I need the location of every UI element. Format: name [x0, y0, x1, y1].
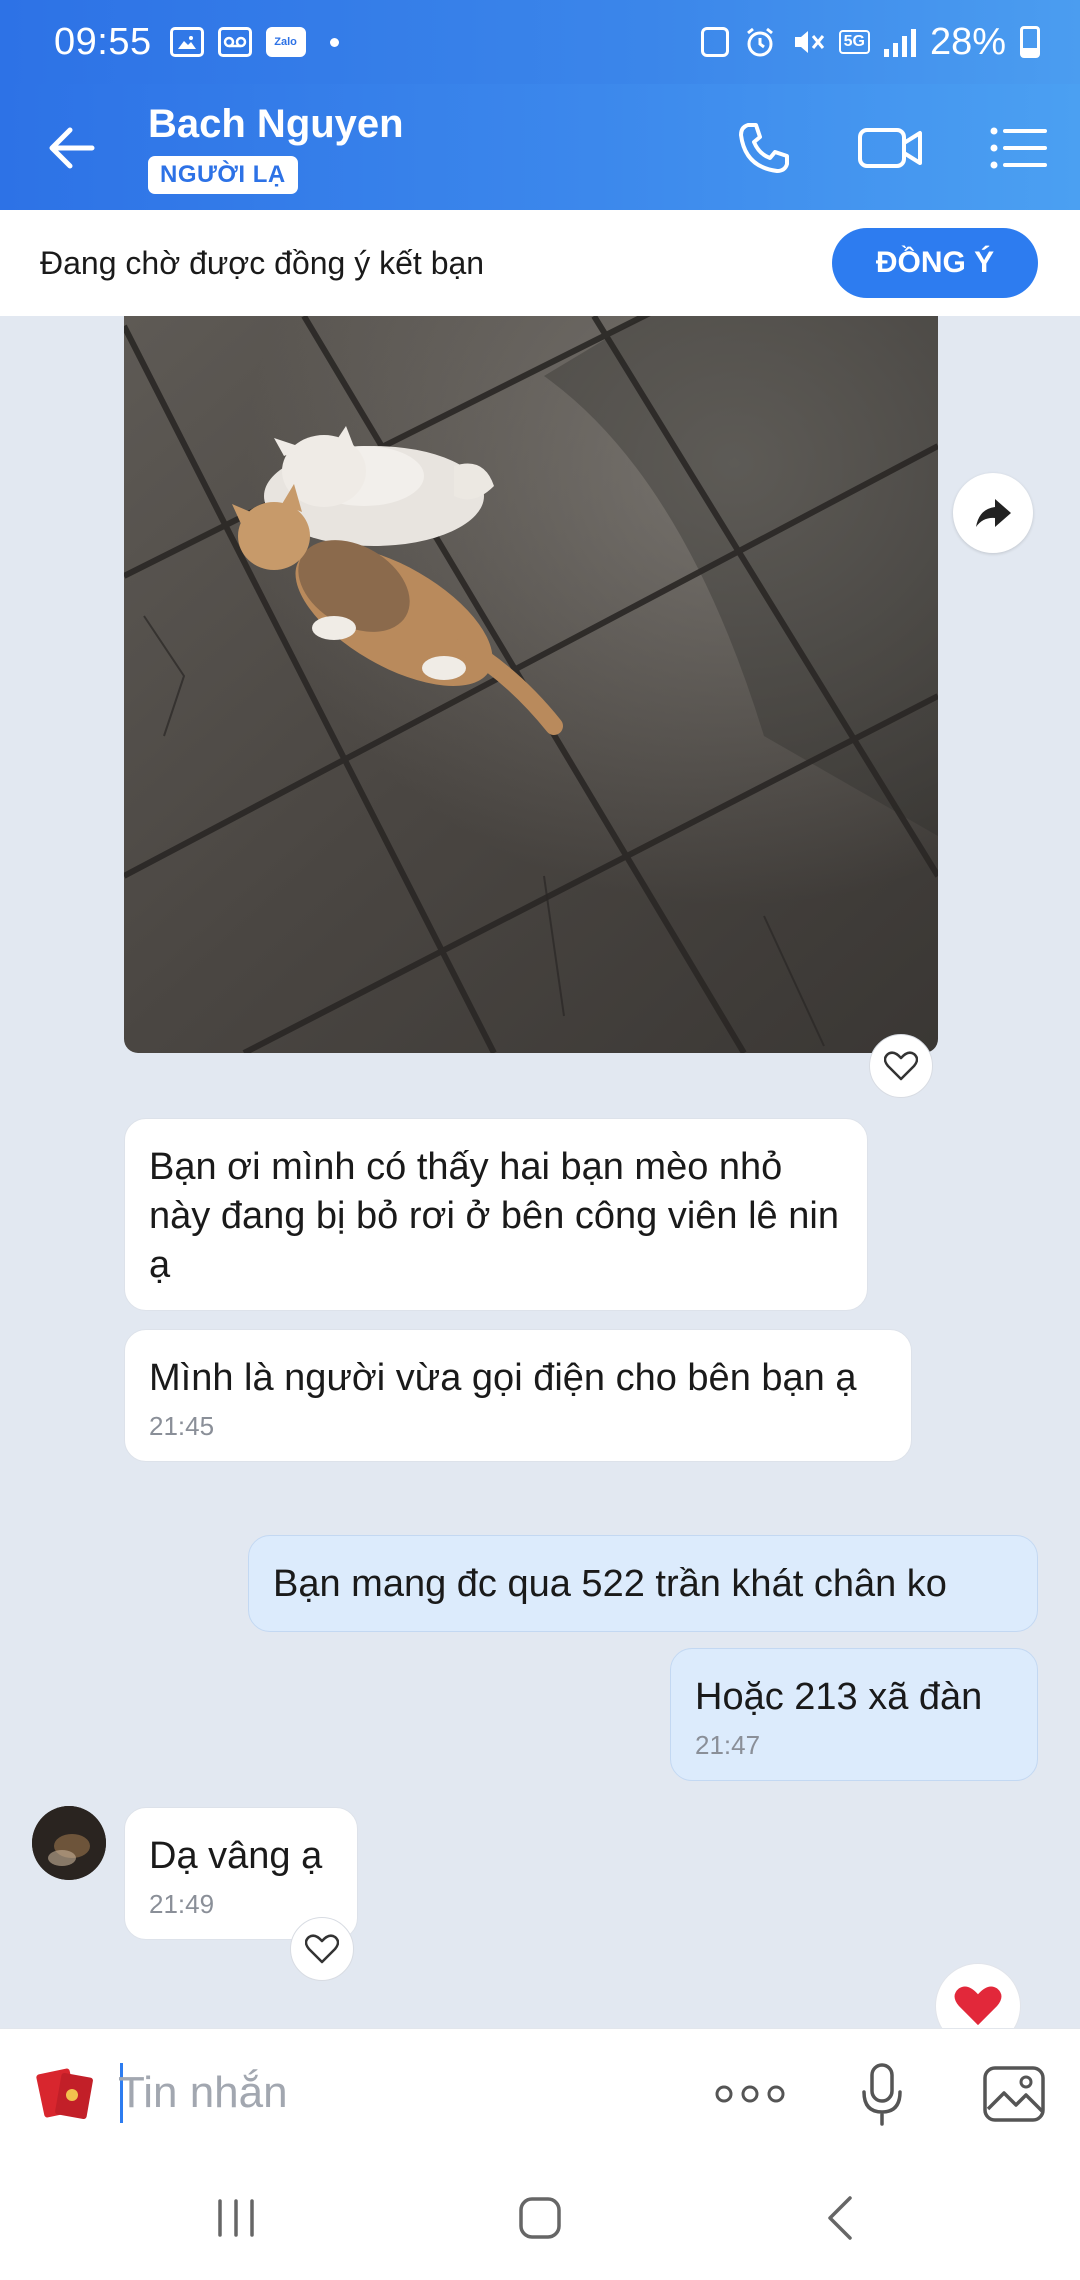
quick-heart-button[interactable]: [935, 1963, 1021, 2028]
message-bubble-sent[interactable]: Hoặc 213 xã đàn 21:47: [670, 1648, 1038, 1781]
kitten-photo[interactable]: [124, 316, 938, 1053]
message-list[interactable]: Bạn ơi mình có thấy hai bạn mèo nhỏ này …: [0, 316, 1080, 2028]
message-input[interactable]: [118, 2057, 678, 2129]
heart-outline-icon: [884, 1051, 918, 1081]
heart-filled-icon: [954, 1986, 1002, 2026]
battery-percent: 28%: [929, 20, 1006, 63]
message-text: Bạn ơi mình có thấy hai bạn mèo nhỏ này …: [149, 1146, 839, 1286]
zalo-notification-icon: Zalo: [265, 27, 306, 57]
microphone-icon: [862, 2063, 902, 2126]
voicemail-icon: [217, 27, 252, 57]
message-time: 21:45: [149, 1411, 215, 1441]
voice-call-button[interactable]: [730, 114, 798, 182]
network-5g-icon: 5G: [838, 30, 870, 54]
message-time: 21:47: [695, 1730, 761, 1760]
forward-button[interactable]: [953, 473, 1033, 553]
stranger-badge: NGƯỜI LẠ: [148, 156, 298, 194]
message-composer: [0, 2028, 1080, 2156]
sticker-icon: [36, 2068, 93, 2119]
react-photo-button[interactable]: [869, 1034, 933, 1098]
message-text: Bạn mang đc qua 522 trần khát chân ko: [273, 1563, 947, 1605]
share-arrow-icon: [976, 499, 1011, 527]
attach-image-button[interactable]: [976, 2059, 1052, 2129]
friend-request-status: Đang chờ được đồng ý kết bạn: [40, 244, 485, 281]
friend-request-bar: Đang chờ được đồng ý kết bạn ĐỒNG Ý: [0, 210, 1080, 316]
gallery-notification-icon: [169, 27, 204, 57]
accept-friend-button[interactable]: ĐỒNG Ý: [832, 228, 1038, 298]
message-text: Mình là người vừa gọi điện cho bên bạn ạ: [149, 1357, 857, 1399]
home-button[interactable]: [500, 2186, 580, 2250]
status-time: 09:55: [54, 20, 152, 63]
more-options-button[interactable]: [712, 2059, 788, 2129]
sticker-button[interactable]: [34, 2061, 98, 2125]
arrow-left-icon: [49, 127, 95, 169]
phone-icon: [739, 123, 789, 173]
contact-name[interactable]: Bach Nguyen: [148, 102, 404, 147]
alarm-icon: [746, 27, 773, 57]
message-text: Dạ vâng ạ: [149, 1835, 323, 1877]
back-button[interactable]: [44, 120, 100, 176]
react-message-button[interactable]: [290, 1917, 354, 1981]
signal-icon: [883, 27, 916, 57]
message-text: Hoặc 213 xã đàn: [695, 1676, 983, 1718]
list-menu-icon: [990, 127, 1047, 169]
home-icon: [519, 2197, 561, 2239]
chevron-left-icon: [828, 2196, 852, 2240]
recents-icon: [218, 2199, 254, 2237]
more-dots-icon: [715, 2085, 785, 2103]
system-back-button[interactable]: [800, 2186, 880, 2250]
recycle-icon: [700, 27, 729, 57]
more-notifications-dot: [329, 37, 339, 47]
recent-apps-button[interactable]: [196, 2186, 276, 2250]
message-bubble-received[interactable]: Bạn ơi mình có thấy hai bạn mèo nhỏ này …: [124, 1118, 868, 1311]
battery-icon: [1020, 26, 1040, 58]
mute-icon: [794, 31, 824, 53]
system-nav-bar: [0, 2156, 1080, 2280]
video-call-button[interactable]: [856, 114, 924, 182]
image-icon: [983, 2066, 1045, 2122]
heart-outline-icon: [305, 1934, 339, 1964]
chat-header: Bach Nguyen NGƯỜI LẠ: [0, 84, 1080, 210]
message-bubble-sent[interactable]: Bạn mang đc qua 522 trần khát chân ko: [248, 1535, 1038, 1632]
message-bubble-received[interactable]: Mình là người vừa gọi điện cho bên bạn ạ…: [124, 1329, 912, 1462]
chat-menu-button[interactable]: [984, 114, 1052, 182]
message-time: 21:49: [149, 1889, 215, 1919]
contact-avatar[interactable]: [32, 1806, 106, 1880]
status-bar: 09:55 Zalo 5G 28%: [0, 0, 1080, 84]
video-camera-icon: [858, 128, 922, 168]
voice-message-button[interactable]: [844, 2059, 920, 2129]
